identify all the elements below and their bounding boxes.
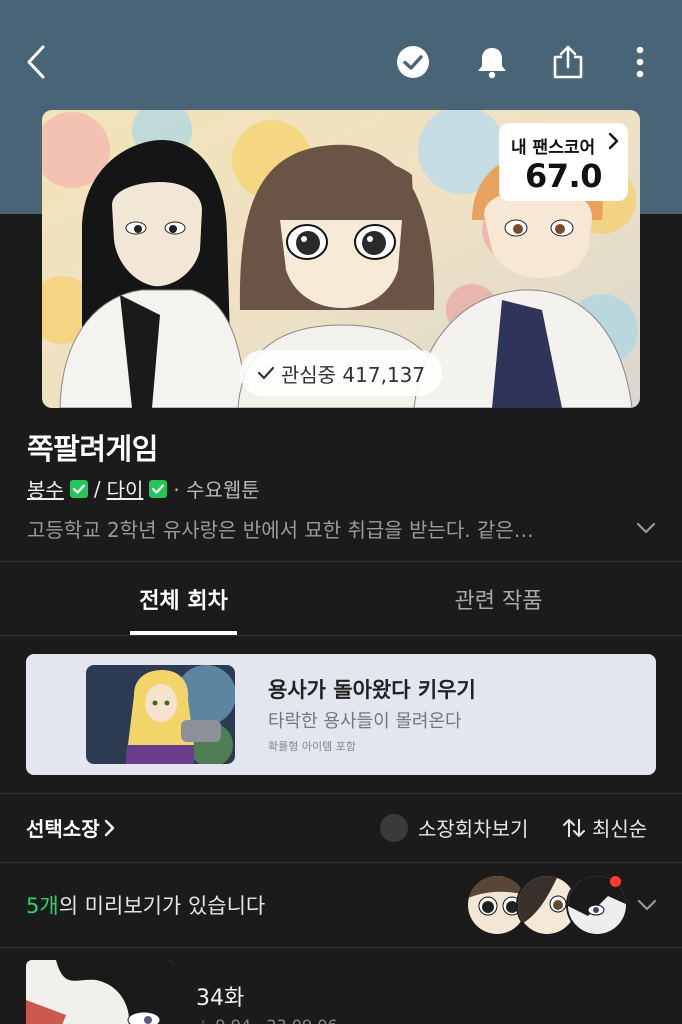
notification-button[interactable]	[468, 38, 516, 86]
interest-label: 관심중 417,137	[280, 362, 426, 387]
episode-title: 34화	[196, 986, 245, 1011]
check-icon	[257, 366, 274, 380]
ad-thumbnail	[86, 665, 235, 764]
fan-score-card[interactable]: 내 팬스코어 67.0	[499, 123, 628, 201]
episode-thumbnail	[26, 960, 174, 1024]
ad-note: 확률형 아이템 포함	[268, 740, 356, 753]
preview-message: 의 미리보기가 있습니다	[58, 894, 266, 918]
ad-title: 용사가 돌아왔다 키우기	[268, 678, 476, 702]
expand-description-button[interactable]	[630, 513, 662, 543]
fan-score-label: 내 팬스코어	[511, 138, 596, 158]
top-bar	[0, 0, 682, 110]
preview-avatars	[466, 874, 628, 936]
author-link-1[interactable]: 봉수	[27, 474, 64, 503]
radio-icon	[380, 813, 408, 842]
episode-toolbar: 선택소장 소장회차보기 최신순	[0, 794, 682, 862]
interest-count-button[interactable]: 관심중 417,137	[240, 350, 442, 396]
webtoon-title: 쪽팔려게임	[27, 432, 158, 466]
interest-check-button[interactable]	[389, 38, 437, 86]
share-button[interactable]	[544, 38, 592, 86]
description: 고등학교 2학년 유사랑은 반에서 묘한 취급을 받는다. 같은…	[27, 518, 534, 542]
sort-label: 최신순	[592, 817, 648, 841]
schedule-label: · 수요웹툰	[173, 478, 260, 502]
tab-related-works[interactable]: 관련 작품	[415, 562, 582, 636]
preview-text: 5개의 미리보기가 있습니다	[26, 890, 265, 920]
tab-bar: 전체 회차 관련 작품	[0, 562, 682, 636]
preview-count: 5개	[26, 894, 59, 918]
select-own-label: 선택소장	[26, 817, 100, 841]
back-icon	[27, 45, 45, 79]
verified-badge-icon	[149, 479, 168, 498]
more-vertical-icon	[636, 46, 644, 78]
bell-icon	[478, 48, 506, 79]
sort-button[interactable]: 최신순	[562, 813, 647, 842]
chevron-down-icon	[637, 899, 657, 911]
select-own-button[interactable]: 선택소장	[26, 813, 116, 842]
ad-banner[interactable]: 용사가 돌아왔다 키우기 타락한 용사들이 몰려온다 확률형 아이템 포함	[26, 654, 656, 775]
fan-score-value: 67.0	[525, 157, 602, 195]
new-badge-dot	[610, 876, 621, 887]
chevron-down-icon	[636, 522, 656, 534]
author-separator: /	[93, 476, 101, 501]
ad-subtitle: 타락한 용사들이 몰려온다	[268, 711, 462, 732]
sort-icon	[563, 818, 585, 837]
more-button[interactable]	[616, 38, 664, 86]
back-button[interactable]	[12, 38, 60, 86]
verified-badge-icon	[69, 479, 88, 498]
episode-meta: ☆ 9.94 · 23.09.06	[196, 1016, 338, 1024]
check-circle-icon	[397, 46, 429, 78]
chevron-right-icon	[104, 819, 114, 836]
expand-preview-button[interactable]	[632, 892, 662, 918]
divider	[0, 635, 682, 636]
chevron-right-icon	[608, 132, 619, 150]
owned-episodes-toggle[interactable]: 소장회차보기	[380, 813, 528, 842]
owned-episodes-label: 소장회차보기	[418, 817, 529, 841]
share-icon	[553, 45, 583, 79]
author-link-2[interactable]: 다이	[107, 474, 144, 503]
episode-row[interactable]: 34화 ☆ 9.94 · 23.09.06	[0, 948, 682, 1024]
tab-all-episodes[interactable]: 전체 회차	[100, 562, 267, 636]
author-line: 봉수 / 다이 · 수요웹툰	[27, 474, 260, 503]
preview-banner[interactable]: 5개의 미리보기가 있습니다	[0, 862, 682, 948]
